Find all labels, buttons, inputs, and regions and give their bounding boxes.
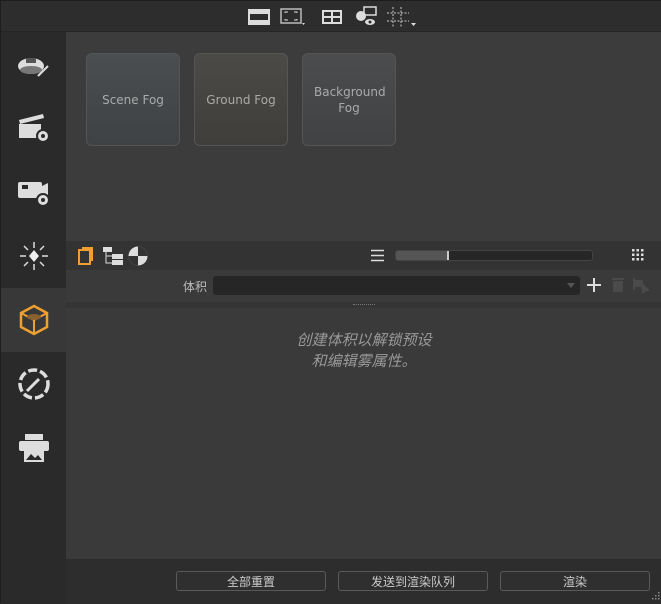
sidebar-item-light[interactable]: [1, 224, 66, 288]
grip-dots: [353, 304, 375, 305]
panel-toolbar: [66, 241, 661, 270]
preset-background-fog[interactable]: Background Fog: [302, 53, 396, 146]
empty-message-line1: 创建体积以解锁预设: [296, 331, 432, 349]
preset-scene-fog[interactable]: Scene Fog: [86, 53, 180, 146]
sidebar-item-volume[interactable]: [1, 288, 66, 352]
color-picker-icon: [17, 368, 50, 400]
layout-icon[interactable]: [321, 7, 343, 27]
copy-icon[interactable]: [77, 246, 95, 266]
empty-message-line2: 和编辑雾属性。: [311, 352, 417, 370]
grid-view-icon[interactable]: [632, 249, 644, 261]
top-toolbar: [1, 1, 661, 32]
preset-label: Background Fog: [314, 84, 386, 115]
visibility-icon[interactable]: [354, 6, 378, 27]
footer: 全部重置 发送到渲染队列 渲染: [66, 559, 661, 604]
volume-row: 体积: [66, 270, 661, 302]
render-button[interactable]: 渲染: [500, 571, 650, 591]
hierarchy-icon[interactable]: [102, 246, 124, 266]
resize-grip-icon[interactable]: [650, 592, 660, 602]
add-icon[interactable]: [587, 278, 601, 292]
slider-fill: [396, 251, 449, 260]
preset-ground-fog[interactable]: Ground Fog: [194, 53, 288, 146]
sidebar-item-scene-settings[interactable]: [1, 96, 66, 160]
print-render-icon: [18, 434, 49, 462]
sidebar-item-car-wand[interactable]: [1, 32, 66, 96]
preset-label: Scene Fog: [102, 92, 164, 107]
camera-settings-icon: [17, 182, 50, 207]
sidebar-item-color-picker[interactable]: [1, 352, 66, 416]
frame-icon[interactable]: [280, 7, 308, 27]
delete-icon[interactable]: [612, 277, 624, 293]
menu-icon[interactable]: [371, 249, 385, 262]
volume-box-icon: [19, 304, 48, 336]
sidebar-item-print-render[interactable]: [1, 416, 66, 480]
sidebar: [1, 32, 66, 604]
pick-icon[interactable]: [633, 277, 649, 293]
chevron-down-icon: [567, 283, 575, 288]
fog-presets-panel: Scene Fog Ground Fog Background Fog: [66, 32, 661, 241]
send-to-render-queue-button[interactable]: 发送到渲染队列: [338, 571, 488, 591]
light-icon: [19, 242, 48, 270]
grid-icon[interactable]: [386, 7, 418, 27]
volume-select[interactable]: [213, 276, 580, 295]
scene-settings-icon: [18, 114, 50, 143]
material-ball-icon[interactable]: [127, 245, 149, 267]
viewport-icon[interactable]: [248, 7, 270, 27]
reset-all-button[interactable]: 全部重置: [176, 571, 326, 591]
car-wand-icon: [17, 58, 49, 77]
preset-label: Ground Fog: [206, 92, 276, 107]
sidebar-item-camera-settings[interactable]: [1, 160, 66, 224]
size-slider[interactable]: [395, 250, 593, 261]
empty-content: 创建体积以解锁预设 和编辑雾属性。: [66, 308, 661, 559]
volume-label: 体积: [183, 280, 208, 294]
